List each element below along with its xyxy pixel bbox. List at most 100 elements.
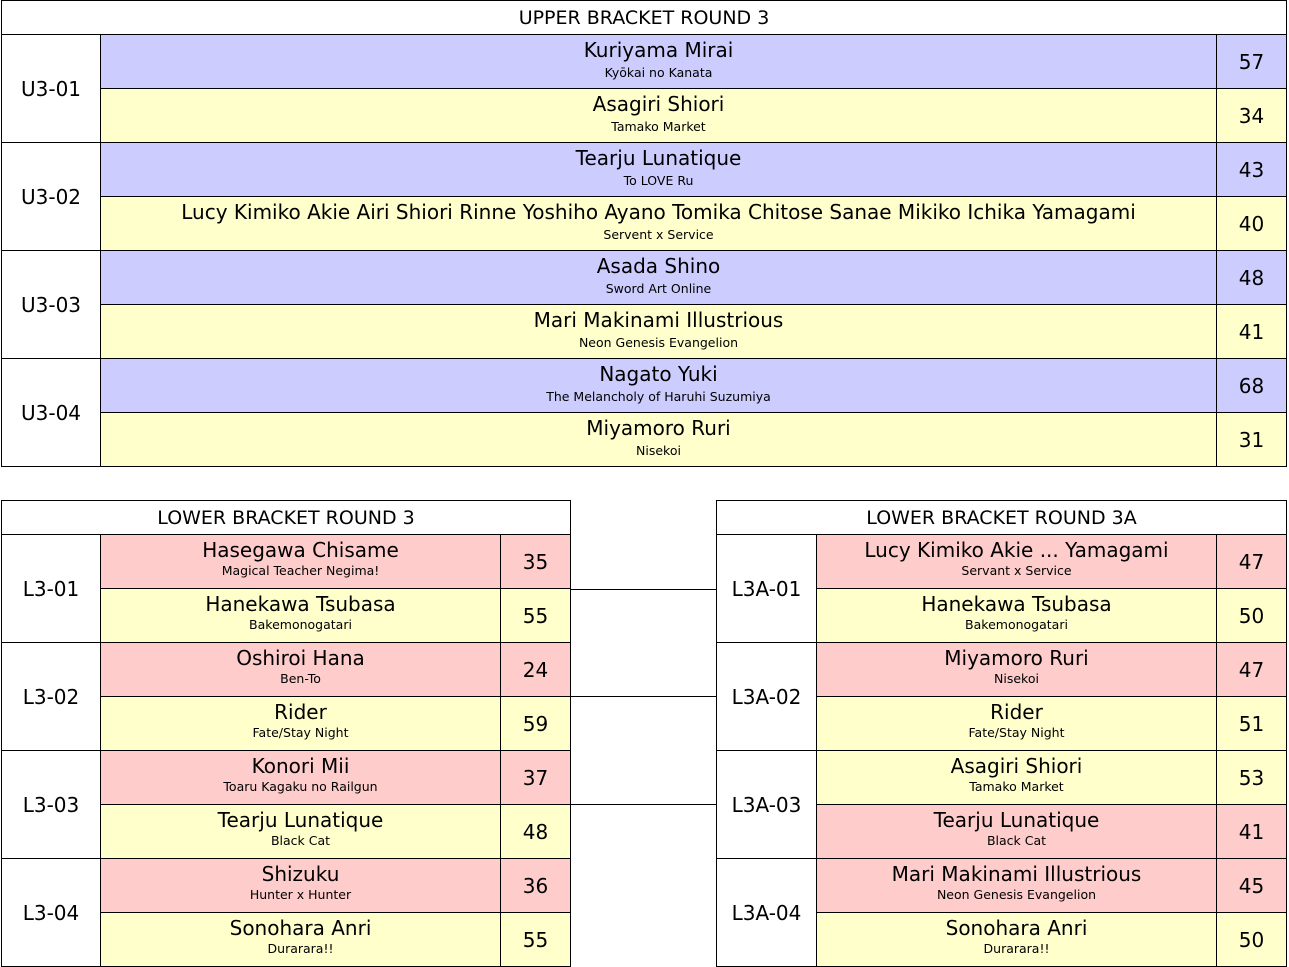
entry-score: 45: [1216, 858, 1287, 913]
match-code: U3-04: [1, 358, 101, 467]
entry-name: Mari Makinami Illustrious: [533, 308, 784, 332]
entry-series: Sword Art Online: [605, 281, 712, 296]
entry-series: Durarara!!: [983, 941, 1050, 956]
connector-line: [571, 804, 717, 805]
entry-name: Lucy Kimiko Akie Airi Shiori Rinne Yoshi…: [181, 200, 1136, 224]
entry-cell: Tearju Lunatique Black Cat: [816, 804, 1217, 859]
entry-score: 24: [500, 642, 571, 697]
entry-cell: Miyamoro Ruri Nisekoi: [816, 642, 1217, 697]
entry-name: Tearju Lunatique: [933, 808, 1100, 832]
entry-cell: Tearju Lunatique To LOVE Ru: [100, 142, 1217, 197]
entry-series: Servent x Service: [603, 227, 714, 242]
entry-cell: Lucy Kimiko Akie ... Yamagami Servant x S…: [816, 534, 1217, 589]
entry-score: 37: [500, 750, 571, 805]
entry-name: Hasegawa Chisame: [202, 538, 399, 562]
entry-series: Ben-To: [280, 671, 321, 686]
entry-score: 43: [1216, 142, 1287, 197]
match-code: L3A-01: [716, 534, 817, 643]
entry-cell: Kuriyama Mirai Kyōkai no Kanata: [100, 34, 1217, 89]
entry-score: 36: [500, 858, 571, 913]
entry-cell: Konori Mii Toaru Kagaku no Railgun: [100, 750, 501, 805]
entry-name: Hanekawa Tsubasa: [921, 592, 1112, 616]
entry-score: 50: [1216, 588, 1287, 643]
lower_a-title: LOWER BRACKET ROUND 3A: [716, 500, 1287, 535]
entry-cell: Shizuku Hunter x Hunter: [100, 858, 501, 913]
entry-score: 34: [1216, 88, 1287, 143]
entry-cell: Tearju Lunatique Black Cat: [100, 804, 501, 859]
entry-cell: Hanekawa Tsubasa Bakemonogatari: [816, 588, 1217, 643]
entry-score: 50: [1216, 912, 1287, 967]
entry-cell: Oshiroi Hana Ben-To: [100, 642, 501, 697]
entry-score: 35: [500, 534, 571, 589]
entry-name: Asagiri Shiori: [950, 754, 1083, 778]
match-code: L3A-02: [716, 642, 817, 751]
entry-series: Neon Genesis Evangelion: [936, 887, 1097, 902]
entry-name: Asagiri Shiori: [592, 92, 725, 116]
match-code: L3-02: [1, 642, 101, 751]
entry-score: 31: [1216, 412, 1287, 467]
upper-title: UPPER BRACKET ROUND 3: [1, 0, 1287, 35]
entry-name: Rider: [274, 700, 327, 724]
entry-cell: Asada Shino Sword Art Online: [100, 250, 1217, 305]
entry-score: 68: [1216, 358, 1287, 413]
entry-name: Tearju Lunatique: [575, 146, 742, 170]
entry-score: 51: [1216, 696, 1287, 751]
entry-score: 47: [1216, 534, 1287, 589]
entry-cell: Asagiri Shiori Tamako Market: [816, 750, 1217, 805]
match-code: U3-03: [1, 250, 101, 359]
entry-cell: Mari Makinami Illustrious Neon Genesis Ev…: [816, 858, 1217, 913]
entry-score: 55: [500, 588, 571, 643]
entry-series: Nisekoi: [994, 671, 1039, 686]
lower-title: LOWER BRACKET ROUND 3: [1, 500, 571, 535]
entry-name: Konori Mii: [251, 754, 350, 778]
entry-name: Kuriyama Mirai: [583, 38, 734, 62]
entry-score: 55: [500, 912, 571, 967]
connector-line: [571, 696, 717, 697]
entry-series: Nisekoi: [636, 443, 681, 458]
match-code: L3-04: [1, 858, 101, 967]
entry-series: Bakemonogatari: [965, 617, 1068, 632]
entry-series: Durarara!!: [267, 941, 334, 956]
entry-score: 53: [1216, 750, 1287, 805]
entry-series: Tamako Market: [611, 119, 706, 134]
entry-score: 57: [1216, 34, 1287, 89]
entry-cell: Mari Makinami Illustrious Neon Genesis Ev…: [100, 304, 1217, 359]
entry-name: Mari Makinami Illustrious: [891, 862, 1142, 886]
entry-series: Neon Genesis Evangelion: [578, 335, 739, 350]
entry-series: The Melancholy of Haruhi Suzumiya: [546, 389, 771, 404]
entry-name: Miyamoro Ruri: [586, 416, 731, 440]
entry-name: Asada Shino: [596, 254, 721, 278]
match-code: U3-02: [1, 142, 101, 251]
entry-cell: Hanekawa Tsubasa Bakemonogatari: [100, 588, 501, 643]
match-code: U3-01: [1, 34, 101, 143]
entry-name: Shizuku: [261, 862, 340, 886]
entry-cell: Rider Fate/Stay Night: [816, 696, 1217, 751]
entry-series: Kyōkai no Kanata: [604, 65, 713, 80]
entry-name: Hanekawa Tsubasa: [205, 592, 396, 616]
entry-cell: Lucy Kimiko Akie Airi Shiori Rinne Yoshi…: [100, 196, 1217, 251]
entry-cell: Sonohara Anri Durarara!!: [816, 912, 1217, 967]
entry-series: Fate/Stay Night: [252, 725, 349, 740]
entry-cell: Nagato Yuki The Melancholy of Haruhi Suzu…: [100, 358, 1217, 413]
match-code: L3-01: [1, 534, 101, 643]
connector-line: [571, 589, 717, 590]
match-code: L3A-03: [716, 750, 817, 859]
entry-cell: Hasegawa Chisame Magical Teacher Negima!: [100, 534, 501, 589]
match-code: L3-03: [1, 750, 101, 859]
entry-cell: Asagiri Shiori Tamako Market: [100, 88, 1217, 143]
entry-series: Black Cat: [270, 833, 331, 848]
entry-cell: Sonohara Anri Durarara!!: [100, 912, 501, 967]
entry-name: Rider: [990, 700, 1043, 724]
entry-score: 59: [500, 696, 571, 751]
entry-name: Miyamoro Ruri: [944, 646, 1089, 670]
entry-series: To LOVE Ru: [623, 173, 694, 188]
entry-cell: Rider Fate/Stay Night: [100, 696, 501, 751]
entry-series: Toaru Kagaku no Railgun: [223, 779, 378, 794]
entry-name: Sonohara Anri: [945, 916, 1088, 940]
entry-score: 48: [1216, 250, 1287, 305]
entry-score: 48: [500, 804, 571, 859]
entry-name: Sonohara Anri: [229, 916, 372, 940]
entry-series: Servant x Service: [961, 563, 1072, 578]
entry-score: 47: [1216, 642, 1287, 697]
entry-series: Fate/Stay Night: [968, 725, 1065, 740]
